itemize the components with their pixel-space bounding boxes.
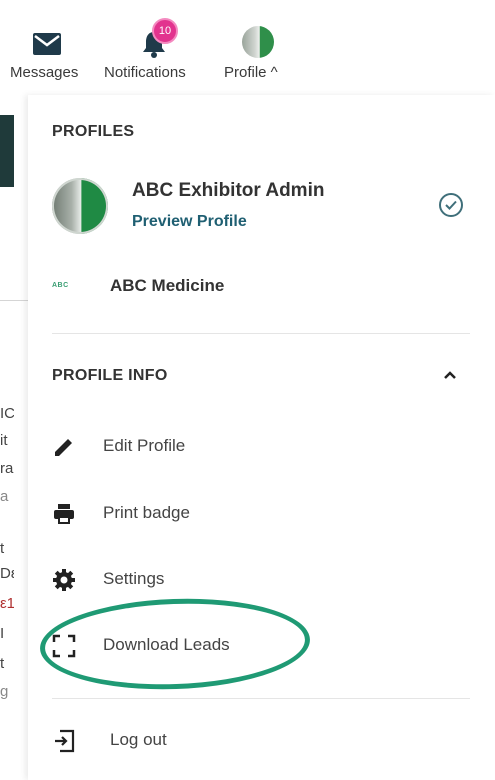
profile-info-section-title: PROFILE INFO	[52, 367, 168, 384]
envelope-icon	[33, 33, 61, 60]
gear-icon	[52, 568, 76, 592]
settings-item[interactable]: Settings	[28, 556, 495, 604]
menu-item-label: Log out	[110, 730, 167, 749]
profile-name: ABC Exhibitor Admin	[132, 180, 325, 201]
background-text: ra	[0, 460, 14, 477]
preview-profile-link[interactable]: Preview Profile	[132, 213, 247, 231]
organization-name: ABC Medicine	[110, 276, 225, 295]
background-text: Dε	[0, 565, 14, 582]
menu-item-label: Settings	[103, 569, 165, 588]
chevron-up-icon[interactable]	[440, 365, 460, 390]
background-text: g	[0, 683, 9, 700]
background-text: t	[0, 540, 5, 557]
organization-logo: ABC	[52, 282, 69, 289]
pencil-icon	[52, 435, 76, 459]
menu-item-label: Edit Profile	[103, 436, 186, 455]
background-text: a	[0, 488, 9, 505]
organization-profile[interactable]: ABC ABC Medicine	[28, 267, 495, 307]
profile-avatar	[242, 26, 274, 58]
menu-item-label: Print badge	[103, 503, 190, 522]
download-leads-item[interactable]: Download Leads	[28, 622, 495, 670]
menu-item-label: Download Leads	[103, 635, 230, 654]
profile-avatar-large	[52, 178, 108, 234]
background-text: it	[0, 432, 8, 449]
background-text: IC	[0, 405, 14, 422]
selected-check-icon	[439, 193, 463, 217]
background-divider	[0, 300, 30, 301]
scan-frame-icon	[52, 634, 76, 658]
notifications-label: Notifications	[104, 64, 186, 81]
profiles-section-title: PROFILES	[52, 123, 135, 140]
background-sidebar-bar	[0, 115, 14, 187]
background-text: t	[0, 655, 5, 672]
background-text: I	[0, 625, 5, 642]
notification-count-badge: 10	[152, 18, 178, 44]
logout-icon	[52, 729, 76, 753]
printer-icon	[52, 502, 76, 526]
print-badge-item[interactable]: Print badge	[28, 490, 495, 538]
active-profile[interactable]: ABC Exhibitor Admin Preview Profile	[28, 175, 495, 245]
edit-profile-item[interactable]: Edit Profile	[28, 423, 495, 471]
background-text: ε1	[0, 595, 14, 612]
top-navigation: Messages 10 Notifications Profile ^	[0, 0, 495, 95]
section-divider	[52, 698, 470, 699]
section-divider	[52, 333, 470, 334]
logout-item[interactable]: Log out	[28, 717, 495, 765]
messages-label: Messages	[10, 64, 79, 81]
profile-label: Profile ^	[224, 64, 278, 81]
profile-dropdown: PROFILES ABC Exhibitor Admin Preview Pro…	[28, 95, 495, 780]
